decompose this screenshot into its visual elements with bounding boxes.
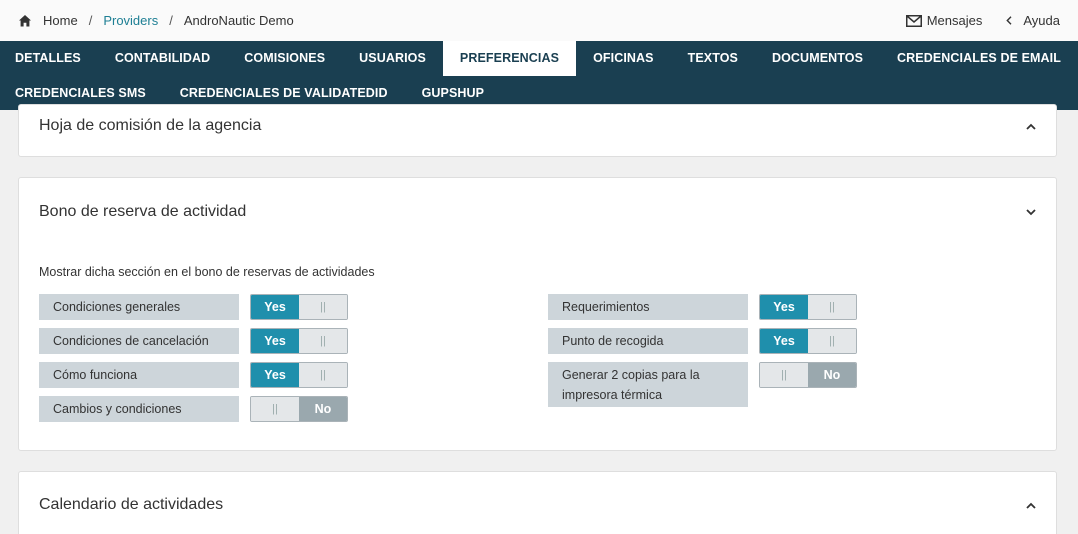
chevron-up-icon[interactable]: [1026, 123, 1036, 130]
activity-calendar-header[interactable]: Calendario de actividades: [19, 472, 1056, 534]
tab-usuarios[interactable]: USUARIOS: [342, 41, 443, 76]
toggle-handle: ||: [251, 397, 299, 421]
toggle-condiciones-generales[interactable]: Yes ||: [250, 294, 348, 320]
breadcrumb-separator: /: [88, 13, 93, 28]
toggle-handle: ||: [760, 363, 808, 387]
toggle-punto-recogida[interactable]: Yes ||: [759, 328, 857, 354]
option-label: Cambios y condiciones: [39, 396, 239, 422]
tab-detalles[interactable]: DETALLES: [0, 41, 98, 76]
agency-commission-header[interactable]: Hoja de comisión de la agencia: [19, 105, 1056, 143]
toggle-yes: Yes: [251, 329, 299, 353]
tab-bar: DETALLES CONTABILIDAD COMISIONES USUARIO…: [0, 41, 1078, 110]
option-label: Condiciones de cancelación: [39, 328, 239, 354]
option-label: Punto de recogida: [548, 328, 748, 354]
tab-textos[interactable]: TEXTOS: [671, 41, 755, 76]
toggle-yes: Yes: [251, 363, 299, 387]
tab-credenciales-email[interactable]: CREDENCIALES DE EMAIL: [880, 41, 1078, 76]
activity-voucher-header[interactable]: Bono de reserva de actividad: [19, 178, 1056, 246]
messages-label: Mensajes: [926, 13, 983, 28]
option-row: Cómo funciona Yes ||: [39, 362, 348, 388]
breadcrumb-home[interactable]: Home: [43, 13, 78, 28]
option-row: Generar 2 copias para la impresora térmi…: [548, 362, 857, 407]
chevron-left-icon: [1006, 16, 1012, 25]
option-label: Generar 2 copias para la impresora térmi…: [548, 362, 748, 407]
toggle-handle: ||: [808, 295, 856, 319]
toggle-requerimientos[interactable]: Yes ||: [759, 294, 857, 320]
breadcrumb-providers[interactable]: Providers: [103, 13, 158, 28]
activity-voucher-card: Bono de reserva de actividad Mostrar dic…: [18, 177, 1057, 451]
option-label: Condiciones generales: [39, 294, 239, 320]
option-row: Cambios y condiciones || No: [39, 396, 348, 422]
section-title: Calendario de actividades: [39, 496, 224, 513]
tab-row-1: DETALLES CONTABILIDAD COMISIONES USUARIO…: [0, 41, 1078, 76]
mail-icon: [905, 14, 922, 27]
tab-preferencias[interactable]: PREFERENCIAS: [442, 41, 577, 76]
tab-documentos[interactable]: DOCUMENTOS: [755, 41, 880, 76]
toggle-handle: ||: [299, 363, 347, 387]
help-label: Ayuda: [1023, 13, 1060, 28]
option-row: Punto de recogida Yes ||: [548, 328, 857, 354]
home-icon[interactable]: [18, 14, 32, 28]
top-bar: Home / Providers / AndroNautic Demo Mens…: [0, 0, 1078, 41]
breadcrumb-separator: /: [169, 13, 173, 28]
chevron-down-icon[interactable]: [1026, 208, 1036, 216]
option-row: Condiciones de cancelación Yes ||: [39, 328, 348, 354]
agency-commission-card: Hoja de comisión de la agencia: [18, 104, 1057, 157]
help-link[interactable]: Ayuda: [1006, 13, 1060, 28]
chevron-up-icon[interactable]: [1026, 502, 1036, 509]
activity-calendar-card: Calendario de actividades: [18, 471, 1057, 534]
tab-oficinas[interactable]: OFICINAS: [576, 41, 671, 76]
messages-link[interactable]: Mensajes: [905, 13, 983, 28]
section-title: Bono de reserva de actividad: [39, 203, 247, 220]
breadcrumb-current: AndroNautic Demo: [183, 13, 294, 28]
section-description: Mostrar dicha sección en el bono de rese…: [39, 265, 375, 279]
toggle-yes: Yes: [760, 295, 808, 319]
option-row: Requerimientos Yes ||: [548, 294, 857, 320]
toggle-handle: ||: [299, 329, 347, 353]
toggle-yes: Yes: [251, 295, 299, 319]
toggle-handle: ||: [808, 329, 856, 353]
toggle-cambios-condiciones[interactable]: || No: [250, 396, 348, 422]
toggle-handle: ||: [299, 295, 347, 319]
toggle-no: No: [808, 363, 856, 387]
toggle-no: No: [299, 397, 347, 421]
toggle-generar-copias[interactable]: || No: [759, 362, 857, 388]
option-label: Requerimientos: [548, 294, 748, 320]
toggle-condiciones-cancelacion[interactable]: Yes ||: [250, 328, 348, 354]
toggle-yes: Yes: [760, 329, 808, 353]
tab-contabilidad[interactable]: CONTABILIDAD: [98, 41, 227, 76]
option-row: Condiciones generales Yes ||: [39, 294, 348, 320]
breadcrumb: Home / Providers / AndroNautic Demo: [18, 13, 294, 28]
option-label: Cómo funciona: [39, 362, 239, 388]
section-title: Hoja de comisión de la agencia: [39, 117, 262, 134]
toggle-como-funciona[interactable]: Yes ||: [250, 362, 348, 388]
tab-comisiones[interactable]: COMISIONES: [227, 41, 342, 76]
